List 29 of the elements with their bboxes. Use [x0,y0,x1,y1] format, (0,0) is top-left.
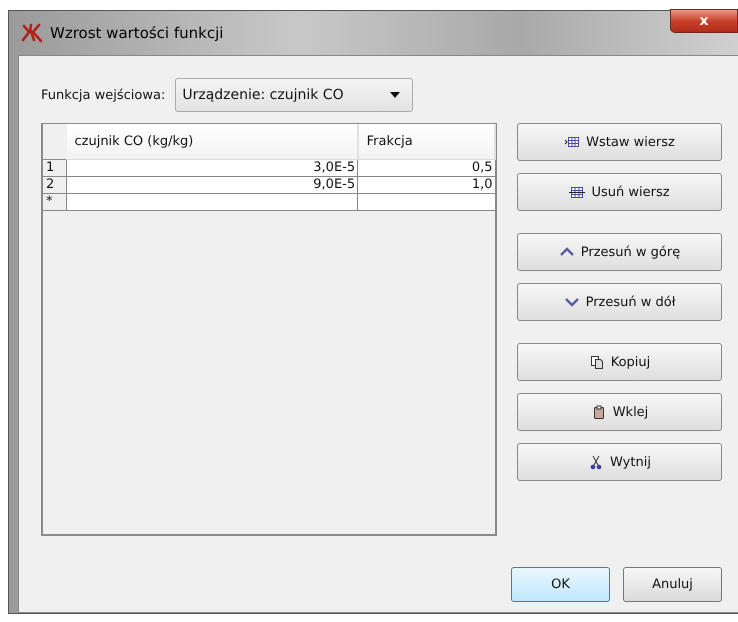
table-cell[interactable] [358,194,495,210]
row-header: * [42,194,66,210]
ok-button[interactable]: OK [511,567,610,602]
input-function-label: Funkcja wejściowa: [41,88,166,102]
table-cell[interactable]: 1,0 [358,176,495,194]
row-header: 2 [42,176,66,194]
side-button[interactable]: Przesuń w dół [517,283,722,321]
copy-icon [588,354,605,370]
input-function-dropdown[interactable]: Urządzenie: czujnik CO [175,78,414,112]
column-header[interactable]: Frakcja [358,124,495,160]
caret-icon [390,92,400,98]
side-button[interactable]: Wklej [517,393,722,431]
side-button[interactable]: Wytnij [517,443,722,481]
app-logo-icon [21,23,43,43]
table-cell[interactable]: 0,5 [358,160,495,176]
delete-row-icon [569,184,586,200]
row-header: 1 [42,160,66,176]
side-button[interactable]: Kopiuj [517,343,722,381]
side-button[interactable]: Usuń wiersz [517,173,722,211]
column-header[interactable]: czujnik CO (kg/kg) [66,124,358,160]
window-title: Wzrost wartości funkcji [50,24,224,42]
cancel-button[interactable]: Anuluj [623,567,722,602]
table-cell[interactable]: 9,0E-5 [66,176,358,194]
insert-row-icon [564,134,580,150]
side-button[interactable]: Przesuń w górę [517,233,722,271]
table-cell[interactable]: 3,0E-5 [66,160,358,176]
close-button[interactable]: x [670,9,738,33]
side-button[interactable]: Wstaw wiersz [517,123,722,161]
table-cell[interactable] [66,194,358,210]
